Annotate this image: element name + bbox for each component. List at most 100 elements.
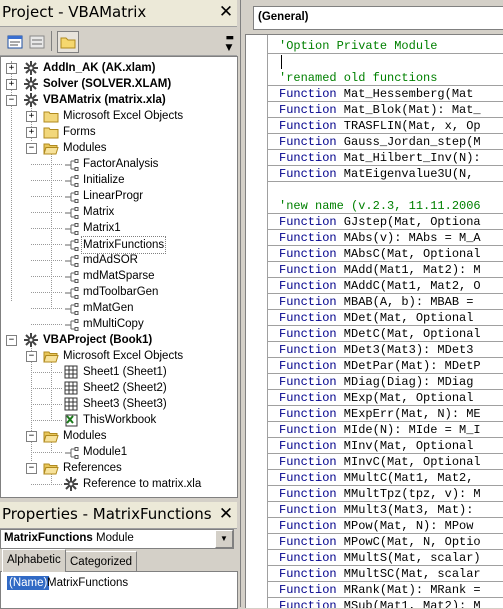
tree-item[interactable]: ThisWorkbook: [1, 412, 237, 428]
code-line[interactable]: Function Mat_Hessemberg(Mat: [279, 86, 473, 102]
collapse-icon[interactable]: −: [26, 463, 37, 474]
code-line[interactable]: Function MAbs(v): MAbs = M_A: [279, 230, 481, 246]
collapse-icon[interactable]: −: [26, 143, 37, 154]
expand-icon[interactable]: +: [26, 111, 37, 122]
tree-item[interactable]: Sheet2 (Sheet2): [1, 380, 237, 396]
project-tree[interactable]: + AddIn_AK (AK.xlam) + Solver (SOLVER.XLAM)…: [0, 56, 238, 498]
code-line[interactable]: Function MMultC(Mat1, Mat2,: [279, 470, 481, 486]
procedure-separator: [268, 117, 503, 118]
code-editor[interactable]: 'Option Private Module 'renamed old funct…: [245, 34, 503, 608]
view-code-icon: [7, 35, 23, 49]
collapse-icon[interactable]: −: [26, 351, 37, 362]
tree-item[interactable]: mMultiCopy: [1, 316, 237, 332]
procedure-separator: [268, 101, 503, 102]
code-line[interactable]: Function MMultS(Mat, scalar): [279, 550, 481, 566]
expand-icon[interactable]: +: [6, 79, 17, 90]
code-line[interactable]: Function MInv(Mat, Optional: [279, 438, 481, 454]
properties-object-dropdown[interactable]: MatrixFunctions Module ▼: [0, 529, 234, 549]
chevron-down-icon[interactable]: ▼: [215, 530, 233, 548]
view-object-button[interactable]: [26, 31, 48, 53]
code-line[interactable]: Function MPowC(Mat, N, Optio: [279, 534, 481, 550]
tree-item[interactable]: − Microsoft Excel Objects: [1, 348, 237, 364]
toolbar-overflow-icon[interactable]: ▬ ▼: [225, 33, 234, 53]
code-text: MDet3(Mat3): MDet3: [336, 343, 481, 357]
tree-item[interactable]: − Modules: [1, 428, 237, 444]
tree-item[interactable]: − VBAProject (Book1): [1, 332, 237, 348]
procedure-separator: [268, 389, 503, 390]
tree-item[interactable]: Initialize: [1, 172, 237, 188]
tree-item[interactable]: − References: [1, 460, 237, 476]
tree-item-label: Microsoft Excel Objects: [63, 350, 184, 362]
code-line[interactable]: Function Mat_Blok(Mat): Mat_: [279, 102, 481, 118]
code-line[interactable]: Function MPow(Mat, N): MPow: [279, 518, 481, 534]
code-line[interactable]: Function MExp(Mat, Optional: [279, 390, 481, 406]
project-explorer-titlebar: Project - VBAMatrix ✕: [0, 0, 237, 27]
tree-item[interactable]: Reference to matrix.xla: [1, 476, 237, 492]
tree-item[interactable]: mMatGen: [1, 300, 237, 316]
code-line[interactable]: Function MIde(N): MIde = M_I: [279, 422, 481, 438]
code-line[interactable]: Function MAdd(Mat1, Mat2): M: [279, 262, 481, 278]
code-line[interactable]: Function MDet(Mat, Optional: [279, 310, 481, 326]
collapse-icon[interactable]: −: [26, 431, 37, 442]
object-dropdown[interactable]: (General): [253, 6, 503, 30]
code-line[interactable]: Function MInvC(Mat, Optional: [279, 454, 481, 470]
code-line[interactable]: Function MBAB(A, b): MBAB =: [279, 294, 481, 310]
code-line[interactable]: 'renamed old functions: [279, 70, 437, 86]
vba-project-icon: [23, 332, 39, 348]
tree-item[interactable]: Sheet1 (Sheet1): [1, 364, 237, 380]
code-line[interactable]: Function MMult3(Mat3, Mat):: [279, 502, 481, 518]
code-comment: 'new name (v.2.3, 11.11.2006: [279, 199, 481, 213]
code-text: MMultSC(Mat, scalar: [336, 567, 481, 581]
code-line[interactable]: Function MExpErr(Mat, N): ME: [279, 406, 481, 422]
tab-alphabetic[interactable]: Alphabetic: [2, 549, 66, 572]
property-row-name[interactable]: (Name) MatrixFunctions: [1, 574, 237, 592]
code-line[interactable]: Function Mat_Hilbert_Inv(N):: [279, 150, 481, 166]
code-line[interactable]: 'new name (v.2.3, 11.11.2006: [279, 198, 481, 214]
code-line[interactable]: Function Gauss_Jordan_step(M: [279, 134, 481, 150]
tree-item[interactable]: + Microsoft Excel Objects: [1, 108, 237, 124]
code-line[interactable]: 'Option Private Module: [279, 38, 437, 54]
tree-item[interactable]: Module1: [1, 444, 237, 460]
procedure-separator: [268, 149, 503, 150]
close-project-explorer-icon[interactable]: ✕: [218, 4, 234, 21]
code-line[interactable]: Function MDetC(Mat, Optional: [279, 326, 481, 342]
tree-item[interactable]: mdToolbarGen: [1, 284, 237, 300]
module-icon: [63, 252, 79, 268]
code-line[interactable]: Function MDetPar(Mat): MDetP: [279, 358, 481, 374]
collapse-icon[interactable]: −: [6, 95, 17, 106]
code-line[interactable]: Function MatEigenvalue3U(N,: [279, 166, 481, 182]
code-line[interactable]: Function MMultTpz(tpz, v): M: [279, 486, 481, 502]
collapse-icon[interactable]: −: [6, 335, 17, 346]
tree-item[interactable]: + AddIn_AK (AK.xlam): [1, 60, 237, 76]
close-properties-icon[interactable]: ✕: [218, 506, 234, 523]
tree-item[interactable]: mdMatSparse: [1, 268, 237, 284]
code-line[interactable]: Function TRASFLIN(Mat, x, Op: [279, 118, 481, 134]
tree-item[interactable]: − VBAMatrix (matrix.xla): [1, 92, 237, 108]
property-name-value[interactable]: MatrixFunctions: [47, 576, 128, 590]
toggle-folders-button[interactable]: [57, 31, 79, 53]
tree-item[interactable]: + Solver (SOLVER.XLAM): [1, 76, 237, 92]
code-line[interactable]: Function MMultSC(Mat, scalar: [279, 566, 481, 582]
tree-item[interactable]: − Modules: [1, 140, 237, 156]
tree-item[interactable]: Sheet3 (Sheet3): [1, 396, 237, 412]
code-line[interactable]: Function GJstep(Mat, Optiona: [279, 214, 481, 230]
tab-categorized[interactable]: Categorized: [65, 551, 138, 572]
tree-item[interactable]: FactorAnalysis: [1, 156, 237, 172]
tree-item[interactable]: + Forms: [1, 124, 237, 140]
tree-item-label: VBAMatrix (matrix.xla): [43, 94, 166, 106]
tree-item-label: Initialize: [83, 174, 125, 186]
tree-item[interactable]: LinearProgr: [1, 188, 237, 204]
tree-item[interactable]: mdAdSOR: [1, 252, 237, 268]
expand-icon[interactable]: +: [26, 127, 37, 138]
code-line[interactable]: Function MDiag(Diag): MDiag: [279, 374, 481, 390]
tree-item[interactable]: Matrix1: [1, 220, 237, 236]
tree-item[interactable]: MatrixFunctions: [1, 236, 237, 254]
expand-icon[interactable]: +: [6, 63, 17, 74]
code-line[interactable]: Function MDet3(Mat3): MDet3: [279, 342, 481, 358]
code-line[interactable]: Function MAbsC(Mat, Optional: [279, 246, 481, 262]
code-line[interactable]: Function MRank(Mat): MRank =: [279, 582, 481, 598]
procedure-separator: [268, 229, 503, 230]
code-line[interactable]: Function MAddC(Mat1, Mat2, O: [279, 278, 481, 294]
tree-item[interactable]: Matrix: [1, 204, 237, 220]
view-code-button[interactable]: [4, 31, 26, 53]
